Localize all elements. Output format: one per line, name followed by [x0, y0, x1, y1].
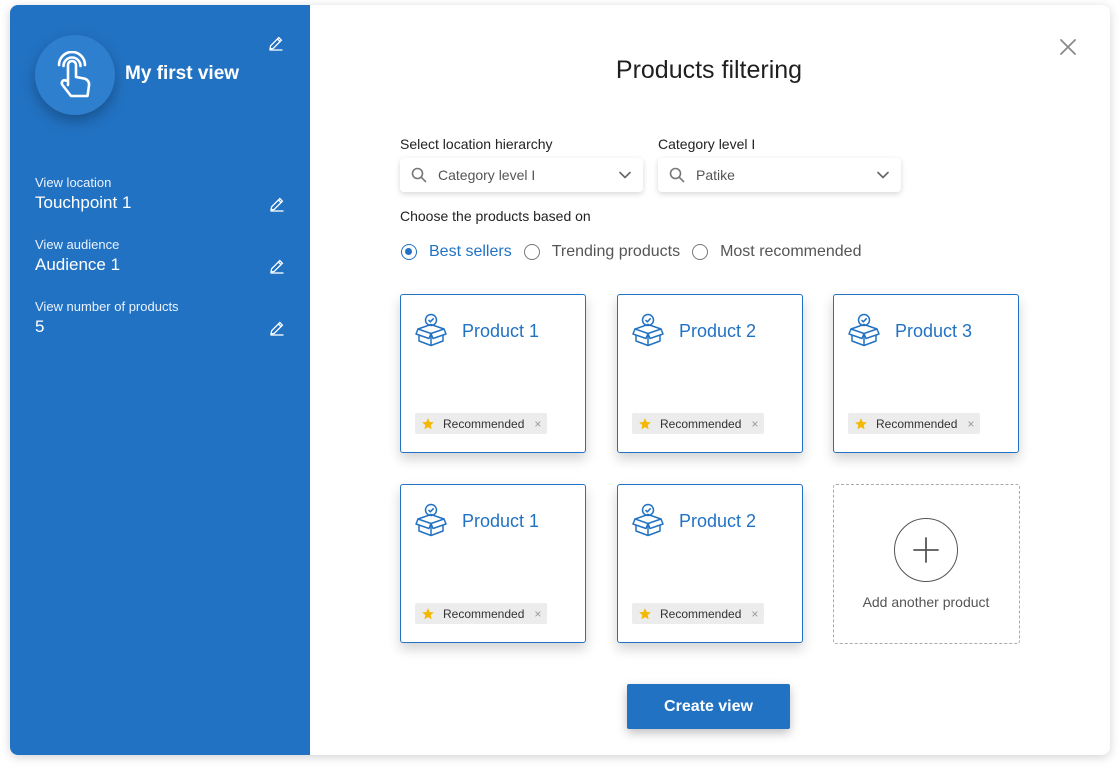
product-name: Product 1 — [462, 511, 540, 531]
category-level-label: Category level I — [658, 136, 756, 152]
chevron-down-icon — [877, 171, 889, 179]
view-name: My first view — [125, 63, 240, 84]
radio-button[interactable] — [523, 244, 540, 260]
product-card[interactable]: Product 1 Recommended × — [400, 294, 586, 453]
star-icon — [422, 607, 434, 619]
tag-label: Recommended — [876, 416, 958, 431]
touch-hand-icon — [57, 51, 91, 98]
category-level-value: Patike — [696, 167, 735, 183]
plus-icon — [913, 537, 939, 563]
edit-number-of-products-icon[interactable] — [269, 320, 285, 336]
radio-button[interactable] — [692, 244, 709, 260]
radio-label: Most recommended — [720, 243, 862, 260]
view-number-of-products-value: 5 — [35, 317, 45, 336]
view-number-of-products-field: View number of products 5 — [35, 299, 285, 337]
product-box-icon — [415, 313, 447, 347]
product-name: Product 3 — [895, 321, 973, 341]
radio-label: Trending products — [551, 243, 681, 260]
product-card[interactable]: Product 3 Recommended × — [833, 294, 1019, 453]
tag-remove-icon[interactable]: × — [751, 418, 758, 430]
view-location-value: Touchpoint 1 — [35, 193, 132, 212]
recommended-tag: Recommended × — [415, 413, 548, 434]
sidebar: My first view View location Touchpoint 1… — [10, 5, 310, 755]
recommended-tag: Recommended × — [415, 603, 548, 624]
radio-label: Best sellers — [429, 243, 512, 260]
search-icon — [669, 167, 685, 183]
view-logo — [35, 35, 115, 115]
product-card[interactable]: Product 2 Recommended × — [617, 294, 803, 453]
tag-label: Recommended — [443, 416, 525, 431]
tag-remove-icon[interactable]: × — [967, 418, 974, 430]
product-basis-radio-group: Best sellers Trending products Most reco… — [401, 243, 873, 261]
product-name: Product 2 — [679, 321, 757, 341]
search-icon — [411, 167, 427, 183]
radio-best-sellers[interactable]: Best sellers — [401, 243, 512, 261]
view-number-of-products-label: View number of products — [35, 299, 179, 314]
edit-location-icon[interactable] — [269, 196, 285, 212]
star-icon — [422, 417, 434, 429]
star-icon — [639, 417, 651, 429]
main-panel: Products filtering Select location hiera… — [310, 5, 1110, 755]
tag-remove-icon[interactable]: × — [534, 418, 541, 430]
location-hierarchy-value: Category level I — [438, 167, 536, 183]
star-icon — [855, 417, 867, 429]
product-name: Product 1 — [462, 321, 540, 341]
star-icon — [639, 607, 651, 619]
edit-audience-icon[interactable] — [269, 258, 285, 274]
product-card[interactable]: Product 1 Recommended × — [400, 484, 586, 643]
recommended-tag: Recommended × — [632, 413, 765, 434]
view-audience-value: Audience 1 — [35, 255, 121, 274]
tag-label: Recommended — [443, 606, 525, 621]
product-box-icon — [632, 503, 664, 537]
category-level-select[interactable]: Patike — [658, 158, 901, 192]
radio-button[interactable] — [401, 244, 417, 260]
page-title: Products filtering — [615, 56, 803, 84]
chevron-down-icon — [619, 171, 631, 179]
add-product-card[interactable]: Add another product — [833, 484, 1020, 644]
view-audience-field: View audience Audience 1 — [35, 237, 285, 275]
view-audience-label: View audience — [35, 237, 120, 252]
view-location-field: View location Touchpoint 1 — [35, 175, 285, 213]
create-view-button[interactable]: Create view — [627, 684, 790, 729]
close-icon[interactable] — [1058, 37, 1078, 57]
view-location-label: View location — [35, 175, 112, 190]
radio-trending-products[interactable]: Trending products — [523, 243, 681, 261]
product-box-icon — [848, 313, 880, 347]
tag-remove-icon[interactable]: × — [751, 608, 758, 620]
choose-products-label: Choose the products based on — [400, 208, 591, 224]
recommended-tag: Recommended × — [632, 603, 765, 624]
modal-window: My first view View location Touchpoint 1… — [10, 5, 1110, 755]
add-product-label: Add another product — [862, 594, 990, 610]
product-card[interactable]: Product 2 Recommended × — [617, 484, 803, 643]
tag-label: Recommended — [660, 606, 742, 621]
edit-view-name-icon[interactable] — [268, 35, 284, 51]
product-name: Product 2 — [679, 511, 757, 531]
tag-label: Recommended — [660, 416, 742, 431]
radio-most-recommended[interactable]: Most recommended — [692, 243, 861, 261]
product-box-icon — [415, 503, 447, 537]
recommended-tag: Recommended × — [848, 413, 981, 434]
tag-remove-icon[interactable]: × — [534, 608, 541, 620]
location-hierarchy-label: Select location hierarchy — [400, 136, 553, 152]
location-hierarchy-select[interactable]: Category level I — [400, 158, 643, 192]
product-box-icon — [632, 313, 664, 347]
add-product-button[interactable] — [894, 518, 958, 582]
